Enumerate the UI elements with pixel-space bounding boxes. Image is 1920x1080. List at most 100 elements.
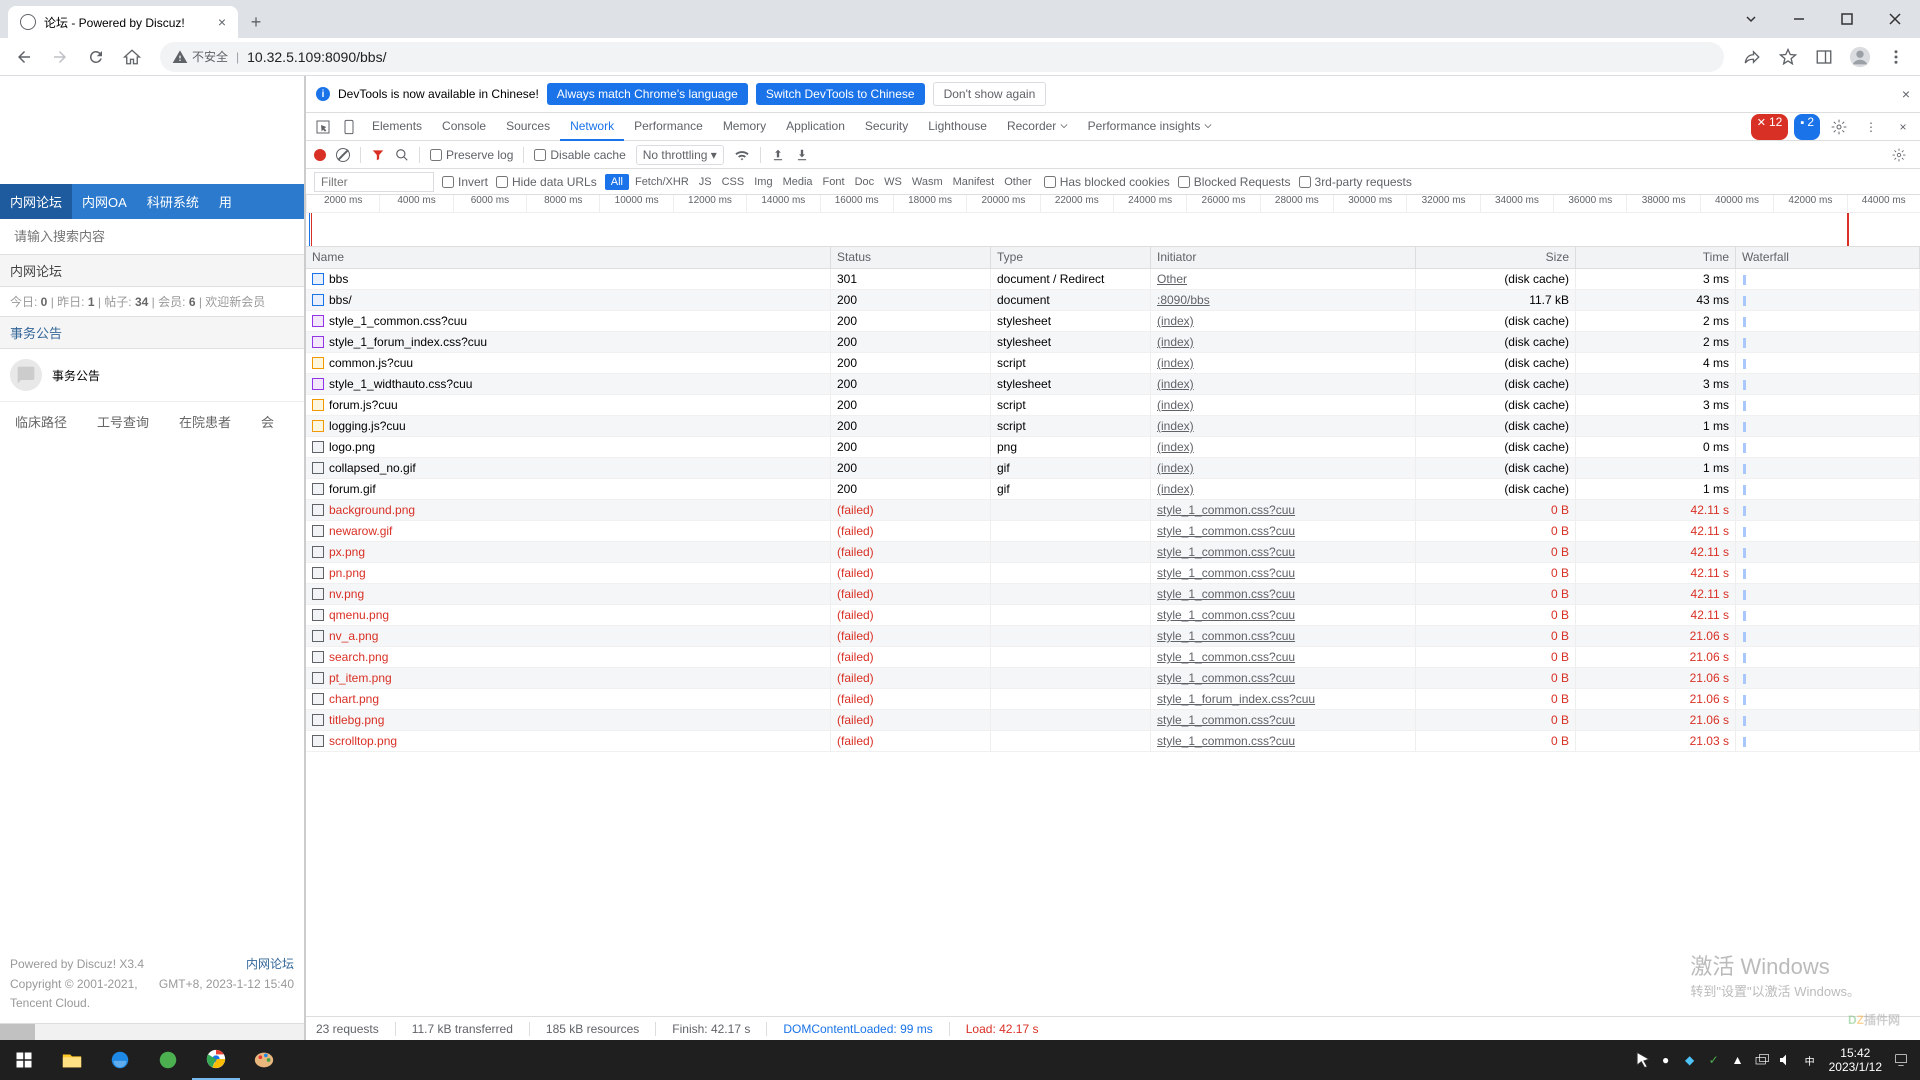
col-waterfall[interactable]: Waterfall: [1736, 247, 1920, 268]
filter-type[interactable]: Media: [779, 174, 817, 190]
network-row[interactable]: search.png(failed)style_1_common.css?cuu…: [306, 647, 1920, 668]
record-button[interactable]: [314, 149, 326, 161]
devtools-tab[interactable]: Performance insights: [1078, 113, 1222, 141]
menu-icon[interactable]: [1880, 41, 1912, 73]
col-size[interactable]: Size: [1416, 247, 1576, 268]
network-row[interactable]: pn.png(failed)style_1_common.css?cuu0 B4…: [306, 563, 1920, 584]
filter-type[interactable]: Wasm: [908, 174, 947, 190]
devtools-tab[interactable]: Network: [560, 113, 624, 141]
network-row[interactable]: logging.js?cuu200script(index)(disk cach…: [306, 416, 1920, 437]
close-icon[interactable]: ×: [218, 14, 226, 30]
forum-nav-item[interactable]: 内网OA: [72, 184, 137, 219]
upload-icon[interactable]: [771, 148, 785, 162]
banner-dismiss-button[interactable]: Don't show again: [933, 82, 1047, 106]
minimize-icon[interactable]: [1776, 4, 1822, 34]
new-tab-button[interactable]: +: [242, 8, 270, 36]
col-name[interactable]: Name: [306, 247, 831, 268]
forum-tab[interactable]: 在院患者: [179, 412, 231, 431]
explorer-icon[interactable]: [48, 1040, 96, 1080]
clear-button[interactable]: [336, 148, 350, 162]
taskbar-clock[interactable]: 15:42 2023/1/12: [1823, 1046, 1888, 1075]
filter-type[interactable]: CSS: [718, 174, 749, 190]
network-row[interactable]: px.png(failed)style_1_common.css?cuu0 B4…: [306, 542, 1920, 563]
network-row[interactable]: style_1_forum_index.css?cuu200stylesheet…: [306, 332, 1920, 353]
filter-type[interactable]: Fetch/XHR: [631, 174, 693, 190]
star-icon[interactable]: [1772, 41, 1804, 73]
network-row[interactable]: logo.png200png(index)(disk cache)0 ms: [306, 437, 1920, 458]
tray-icon[interactable]: ●: [1655, 1049, 1677, 1071]
network-row[interactable]: style_1_widthauto.css?cuu200stylesheet(i…: [306, 374, 1920, 395]
forum-nav-item[interactable]: 科研系统: [137, 184, 209, 219]
network-row[interactable]: scrolltop.png(failed)style_1_common.css?…: [306, 731, 1920, 752]
reload-button[interactable]: [80, 41, 112, 73]
network-row[interactable]: newarow.gif(failed)style_1_common.css?cu…: [306, 521, 1920, 542]
banner-match-button[interactable]: Always match Chrome's language: [547, 83, 748, 105]
forum-nav-item[interactable]: 用: [209, 184, 242, 219]
forum-item[interactable]: 事务公告: [0, 349, 304, 402]
address-bar[interactable]: 不安全 | 10.32.5.109:8090/bbs/: [160, 42, 1724, 72]
devtools-tab[interactable]: Sources: [496, 113, 560, 141]
gear-icon[interactable]: [1826, 114, 1852, 140]
filter-type[interactable]: JS: [695, 174, 716, 190]
filter-type[interactable]: Manifest: [949, 174, 999, 190]
devtools-tab[interactable]: Security: [855, 113, 918, 141]
start-button[interactable]: [0, 1040, 48, 1080]
back-button[interactable]: [8, 41, 40, 73]
filter-type[interactable]: Other: [1000, 174, 1036, 190]
network-row[interactable]: collapsed_no.gif200gif(index)(disk cache…: [306, 458, 1920, 479]
throttling-select[interactable]: No throttling ▾: [636, 145, 724, 165]
devtools-tab[interactable]: Application: [776, 113, 855, 141]
network-row[interactable]: qmenu.png(failed)style_1_common.css?cuu0…: [306, 605, 1920, 626]
browser-tab[interactable]: 论坛 - Powered by Discuz! ×: [8, 6, 238, 38]
forum-nav-item[interactable]: 内网论坛: [0, 184, 72, 219]
close-icon[interactable]: ×: [1890, 114, 1916, 140]
network-row[interactable]: nv.png(failed)style_1_common.css?cuu0 B4…: [306, 584, 1920, 605]
horizontal-scrollbar[interactable]: [0, 1023, 304, 1040]
search-input[interactable]: [10, 225, 294, 248]
network-row[interactable]: bbs/200document:8090/bbs11.7 kB43 ms: [306, 290, 1920, 311]
filter-type[interactable]: WS: [880, 174, 906, 190]
col-type[interactable]: Type: [991, 247, 1151, 268]
paint-icon[interactable]: [240, 1040, 288, 1080]
timeline[interactable]: 2000 ms4000 ms6000 ms8000 ms10000 ms1200…: [306, 195, 1920, 247]
network-row[interactable]: style_1_common.css?cuu200stylesheet(inde…: [306, 311, 1920, 332]
devtools-tab[interactable]: Console: [432, 113, 496, 141]
ie-icon[interactable]: [96, 1040, 144, 1080]
chevron-down-icon[interactable]: [1728, 4, 1774, 34]
devtools-tab[interactable]: Recorder: [997, 113, 1078, 141]
filter-icon[interactable]: [371, 148, 385, 162]
network-row[interactable]: forum.js?cuu200script(index)(disk cache)…: [306, 395, 1920, 416]
forum-section[interactable]: 事务公告: [0, 317, 304, 349]
devtools-tab[interactable]: Lighthouse: [918, 113, 997, 141]
tray-icon[interactable]: ◆: [1679, 1049, 1701, 1071]
disable-cache-checkbox[interactable]: Disable cache: [534, 148, 625, 162]
filter-input[interactable]: [314, 172, 434, 192]
filter-type[interactable]: Img: [750, 174, 776, 190]
more-icon[interactable]: ⋮: [1858, 114, 1884, 140]
network-row[interactable]: bbs301document / RedirectOther(disk cach…: [306, 269, 1920, 290]
maximize-icon[interactable]: [1824, 4, 1870, 34]
banner-switch-button[interactable]: Switch DevTools to Chinese: [756, 83, 925, 105]
forum-tab[interactable]: 会: [261, 412, 274, 431]
blocked-cookies-checkbox[interactable]: Has blocked cookies: [1044, 175, 1170, 189]
network-row[interactable]: background.png(failed)style_1_common.css…: [306, 500, 1920, 521]
forum-category[interactable]: 内网论坛: [0, 255, 304, 287]
devtools-tab[interactable]: Elements: [362, 113, 432, 141]
close-icon[interactable]: ×: [1902, 86, 1910, 102]
network-row[interactable]: nv_a.png(failed)style_1_common.css?cuu0 …: [306, 626, 1920, 647]
preserve-log-checkbox[interactable]: Preserve log: [430, 148, 513, 162]
edge-icon[interactable]: [144, 1040, 192, 1080]
forum-tab[interactable]: 临床路径: [15, 412, 67, 431]
network-row[interactable]: titlebg.png(failed)style_1_common.css?cu…: [306, 710, 1920, 731]
ime-icon[interactable]: 中: [1799, 1049, 1821, 1071]
inspect-icon[interactable]: [310, 114, 336, 140]
profile-icon[interactable]: [1844, 41, 1876, 73]
gear-icon[interactable]: [1886, 142, 1912, 168]
notification-icon[interactable]: [1890, 1049, 1912, 1071]
device-icon[interactable]: [336, 114, 362, 140]
tray-icon[interactable]: ✓: [1703, 1049, 1725, 1071]
network-row[interactable]: chart.png(failed)style_1_forum_index.css…: [306, 689, 1920, 710]
volume-icon[interactable]: [1775, 1049, 1797, 1071]
blocked-requests-checkbox[interactable]: Blocked Requests: [1178, 175, 1291, 189]
download-icon[interactable]: [795, 148, 809, 162]
